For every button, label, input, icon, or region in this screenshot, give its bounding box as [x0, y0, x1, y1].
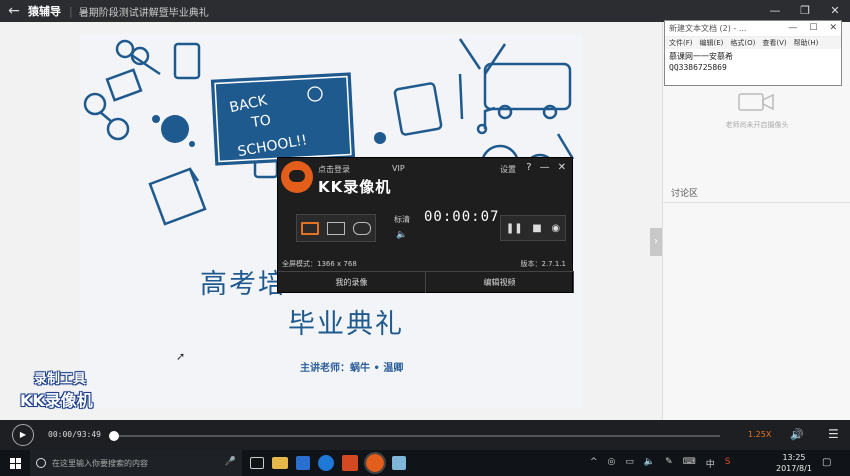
play-button[interactable]: ▶ — [12, 424, 34, 446]
speed-selector[interactable]: 1.25X — [748, 430, 771, 439]
video-player-bar: ▶ 00:00/93:49 1.25X 🔊 ☰ — [0, 420, 850, 450]
kk-recorder-window[interactable]: 点击登录 VIP 设置 ? — ✕ KK录像机 标清 🔈 00:00:07 ❚❚… — [277, 157, 574, 293]
kk-minimize-button[interactable]: — — [540, 162, 550, 173]
menu-icon[interactable]: ☰ — [828, 427, 839, 441]
system-tray: ^ ◎ ▭ 🔈 ✎ ⌨ 中 S — [590, 457, 730, 470]
app-titlebar: ← 猿辅导 | 暑期阶段测试讲解暨毕业典礼 — ❐ ✕ — [0, 0, 850, 22]
taskbar-clock[interactable]: 13:25 2017/8/1 — [776, 452, 812, 474]
title-separator: | — [69, 4, 73, 18]
lesson-title: 暑期阶段测试讲解暨毕业典礼 — [78, 7, 209, 19]
kk-close-button[interactable]: ✕ — [558, 162, 566, 173]
kk-logo-icon — [281, 161, 313, 193]
collapse-panel-button[interactable]: › — [650, 228, 662, 256]
menu-view[interactable]: 查看(V) — [762, 38, 786, 48]
kk-version: 版本：2.7.1.1 — [520, 260, 567, 268]
kk-settings-link[interactable]: 设置 — [500, 164, 516, 175]
notepad-maximize-button[interactable]: ☐ — [809, 23, 817, 33]
app-icon-orange[interactable] — [342, 455, 358, 471]
pause-icon[interactable]: ❚❚ — [506, 223, 523, 234]
notepad-line-1: 慕课网一一安慕希 — [669, 52, 733, 61]
kk-volume-icon[interactable]: 🔈 — [396, 230, 407, 240]
camera-off-icon — [738, 93, 774, 111]
progress-track[interactable] — [114, 435, 720, 437]
camera-icon[interactable]: ◉ — [551, 223, 560, 234]
tray-app-icon[interactable]: ◎ — [608, 457, 616, 470]
kk-quality-selector[interactable]: 标清 — [394, 214, 410, 225]
slide-teacher: 主讲老师：蜗牛 • 温卿 — [300, 363, 404, 374]
watermark-line-2: KK录像机 — [20, 391, 93, 410]
playback-time: 00:00/93:49 — [48, 430, 101, 439]
minimize-button[interactable]: — — [760, 0, 790, 22]
kk-record-timer: 00:00:07 — [424, 209, 500, 225]
battery-icon[interactable]: ▭ — [625, 457, 634, 470]
notepad-minimize-button[interactable]: — — [788, 23, 797, 33]
notepad-text-area[interactable]: 慕课网一一安慕希 QQ3386725869 — [665, 49, 841, 75]
notepad-menubar: 文件(F) 编辑(E) 格式(O) 查看(V) 帮助(H) — [665, 37, 841, 49]
stop-icon[interactable]: ■ — [532, 223, 541, 234]
notepad-title: 新建文本文档 (2) - ... — [669, 24, 747, 33]
keyboard-icon[interactable]: ⌨ — [683, 457, 696, 470]
clock-date: 2017/8/1 — [776, 464, 812, 473]
back-icon[interactable]: ← — [0, 3, 28, 19]
windows-start-icon[interactable] — [10, 458, 21, 469]
menu-format[interactable]: 格式(O) — [730, 38, 755, 48]
my-recordings-button[interactable]: 我的录像 — [278, 272, 426, 293]
game-mode-icon[interactable] — [353, 221, 371, 235]
kk-fullscreen-info: 全屏模式：1366 x 768 — [282, 260, 357, 268]
discussion-label: 讨论区 — [671, 189, 699, 199]
brand-logo: 猿辅导 — [28, 5, 61, 18]
taskbar-search[interactable]: 在这里输入你要搜索的内容 🎤 — [30, 450, 242, 476]
microphone-icon[interactable]: 🎤 — [225, 457, 236, 467]
store-icon[interactable] — [296, 456, 310, 470]
camera-status-text: 老师尚未开启摄像头 — [725, 121, 789, 129]
taskbar-apps — [250, 452, 406, 474]
notepad-window[interactable]: 新建文本文档 (2) - ... — ☐ ✕ 文件(F) 编辑(E) 格式(O)… — [664, 20, 842, 86]
edit-video-button[interactable]: 编辑视频 — [426, 272, 574, 293]
menu-help[interactable]: 帮助(H) — [794, 38, 819, 48]
tray-expand-icon[interactable]: ^ — [590, 457, 598, 470]
kk-watermark: 录制工具 KK录像机 — [20, 368, 93, 411]
notepad-line-2: QQ3386725869 — [669, 63, 727, 72]
clock-time: 13:25 — [782, 453, 806, 462]
kk-vip-badge[interactable]: VIP — [392, 164, 405, 173]
watermark-line-1: 录制工具 — [34, 372, 87, 387]
discussion-divider — [663, 202, 850, 203]
restore-button[interactable]: ❐ — [790, 0, 820, 22]
menu-edit[interactable]: 编辑(E) — [700, 38, 724, 48]
cortana-icon[interactable] — [36, 458, 46, 468]
search-placeholder: 在这里输入你要搜索的内容 — [52, 458, 148, 468]
kk-bottom-buttons: 我的录像 编辑视频 — [278, 271, 574, 293]
windows-taskbar: 在这里输入你要搜索的内容 🎤 ^ ◎ ▭ 🔈 ✎ ⌨ 中 S 13:25 201… — [0, 450, 850, 476]
task-view-icon[interactable] — [250, 457, 264, 469]
file-explorer-icon[interactable] — [272, 457, 288, 469]
sogou-icon[interactable]: S — [725, 457, 731, 470]
menu-file[interactable]: 文件(F) — [669, 38, 693, 48]
close-button[interactable]: ✕ — [820, 0, 850, 22]
input-method-icon[interactable]: 中 — [706, 457, 715, 470]
kk-record-controls: ❚❚ ■ ◉ — [500, 215, 566, 241]
notepad-controls: — ☐ ✕ — [788, 23, 837, 33]
mouse-cursor-icon: ➚ — [176, 350, 186, 363]
notepad-taskbar-icon[interactable] — [392, 456, 406, 470]
pen-icon[interactable]: ✎ — [665, 457, 673, 470]
kk-recorder-taskbar-icon[interactable] — [364, 452, 386, 474]
window-mode-icon[interactable] — [327, 221, 345, 235]
board-line-2: TO — [249, 113, 272, 132]
slide-title-line2: 毕业典礼 — [288, 309, 404, 340]
kk-app-name: KK录像机 — [318, 178, 392, 196]
screen-mode-icon[interactable] — [301, 221, 319, 235]
notepad-close-button[interactable]: ✕ — [829, 23, 837, 33]
kk-window-controls: ? — ✕ — [526, 162, 566, 173]
window-controls: — ❐ ✕ — [760, 0, 850, 22]
kk-login-link[interactable]: 点击登录 — [318, 164, 350, 175]
speaker-icon[interactable]: 🔈 — [644, 457, 655, 470]
kk-capture-modes — [296, 214, 376, 242]
slide-title-line1: 高考培 — [200, 269, 287, 300]
notification-icon[interactable]: ▢ — [822, 457, 831, 468]
kk-help-button[interactable]: ? — [526, 162, 531, 173]
edge-icon[interactable] — [318, 455, 334, 471]
volume-icon[interactable]: 🔊 — [790, 428, 804, 441]
progress-knob[interactable] — [109, 431, 119, 441]
